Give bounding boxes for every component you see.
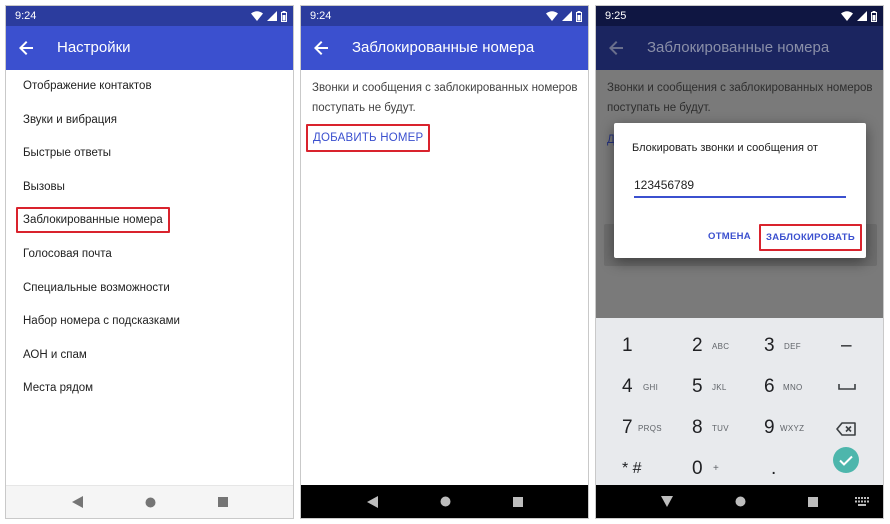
battery-icon	[576, 10, 582, 22]
status-time: 9:24	[15, 10, 37, 22]
page-title: Заблокированные номера	[647, 39, 830, 56]
phone-number-input[interactable]: 123456789	[634, 176, 846, 198]
check-icon	[839, 455, 853, 466]
back-down-icon[interactable]	[661, 496, 673, 507]
blocked-numbers-screen: 9:24 Заблокированные номера Звонки и соо…	[300, 5, 589, 519]
key-dot[interactable]: .	[771, 450, 791, 490]
status-bar: 9:25	[596, 6, 883, 26]
keyboard-switch-icon[interactable]	[855, 497, 869, 506]
navigation-bar	[596, 485, 883, 518]
key-dash[interactable]: –	[841, 327, 861, 367]
recents-square-icon[interactable]	[217, 497, 228, 507]
recents-square-icon[interactable]	[808, 496, 818, 507]
back-triangle-icon[interactable]	[71, 496, 83, 508]
key-9[interactable]: 9 WXYZ	[764, 409, 814, 449]
menu-item-dial-assist[interactable]: Набор номера с подсказками	[6, 305, 293, 339]
dimmed-background[interactable]: Заблокированные номера Звонки и сообщени…	[596, 26, 883, 318]
dialog-title: Блокировать звонки и сообщения от	[632, 142, 818, 154]
app-bar: Настройки	[6, 26, 293, 70]
menu-item-sounds[interactable]: Звуки и вибрация	[6, 104, 293, 138]
cancel-button[interactable]: ОТМЕНА	[708, 231, 751, 242]
settings-screen: 9:24 Настройки Отображение контактов Зву…	[5, 5, 294, 519]
settings-menu: Отображение контактов Звуки и вибрация Б…	[6, 70, 293, 406]
battery-icon	[871, 10, 877, 22]
page-title: Заблокированные номера	[352, 39, 535, 56]
key-8[interactable]: 8 TUV	[692, 409, 742, 449]
key-4[interactable]: 4 GHI	[622, 368, 672, 408]
navigation-bar	[6, 485, 293, 518]
key-2[interactable]: 2 ABC	[692, 327, 742, 367]
status-time: 9:24	[310, 10, 332, 22]
navigation-bar	[301, 485, 588, 518]
home-circle-icon[interactable]	[735, 496, 746, 507]
home-circle-icon[interactable]	[440, 496, 451, 507]
status-bar: 9:24	[301, 6, 588, 26]
recents-square-icon[interactable]	[512, 496, 523, 507]
key-star-hash[interactable]: * #	[622, 450, 672, 490]
key-1[interactable]: 1	[622, 327, 672, 367]
signal-icon	[857, 11, 867, 21]
key-7[interactable]: 7 PRQS	[622, 409, 672, 449]
blocked-description: Звонки и сообщения с заблокированных ном…	[607, 82, 873, 114]
menu-item-caller-id-spam[interactable]: АОН и спам	[6, 339, 293, 373]
back-arrow-icon[interactable]	[14, 36, 38, 60]
menu-item-blocked-numbers[interactable]: Заблокированные номера	[6, 204, 293, 238]
menu-item-quick-replies[interactable]: Быстрые ответы	[6, 137, 293, 171]
menu-item-accessibility[interactable]: Специальные возможности	[6, 272, 293, 306]
block-button[interactable]: ЗАБЛОКИРОВАТЬ	[759, 224, 862, 251]
menu-item-calls[interactable]: Вызовы	[6, 171, 293, 205]
wifi-icon	[251, 11, 263, 21]
wifi-icon	[841, 11, 853, 21]
battery-icon	[281, 10, 287, 22]
app-bar: Заблокированные номера	[301, 26, 588, 70]
add-number-button[interactable]: ДОБАВИТЬ НОМЕР	[306, 124, 431, 152]
block-number-dialog: Блокировать звонки и сообщения от 123456…	[614, 123, 866, 258]
menu-item-nearby-places[interactable]: Места рядом	[6, 372, 293, 406]
keypad-confirm-button[interactable]	[833, 447, 859, 473]
block-dialog-screen: 9:25 Заблокированные номера Звонки и соо…	[595, 5, 884, 519]
page-title: Настройки	[57, 39, 131, 56]
backspace-icon[interactable]	[836, 422, 856, 436]
menu-item-voicemail[interactable]: Голосовая почта	[6, 238, 293, 272]
app-bar: Заблокированные номера	[596, 26, 883, 70]
status-time: 9:25	[605, 10, 627, 22]
signal-icon	[562, 11, 572, 21]
back-arrow-icon	[609, 41, 623, 55]
space-bar-icon[interactable]	[838, 384, 856, 391]
blocked-description: Звонки и сообщения с заблокированных ном…	[312, 82, 578, 114]
status-bar: 9:24	[6, 6, 293, 26]
signal-icon	[267, 11, 277, 21]
back-arrow-icon[interactable]	[309, 36, 333, 60]
numeric-keypad: 1 2 ABC 3 DEF – 4 GHI 5 JKL 6 MNO 7 PRQS 8 TUV …	[596, 318, 883, 487]
key-3[interactable]: 3 DEF	[764, 327, 814, 367]
wifi-icon	[546, 11, 558, 21]
key-6[interactable]: 6 MNO	[764, 368, 814, 408]
key-0[interactable]: 0 +	[692, 450, 742, 490]
menu-item-display-contacts[interactable]: Отображение контактов	[6, 70, 293, 104]
key-5[interactable]: 5 JKL	[692, 368, 742, 408]
home-circle-icon[interactable]	[145, 497, 156, 508]
back-triangle-icon[interactable]	[366, 495, 378, 508]
